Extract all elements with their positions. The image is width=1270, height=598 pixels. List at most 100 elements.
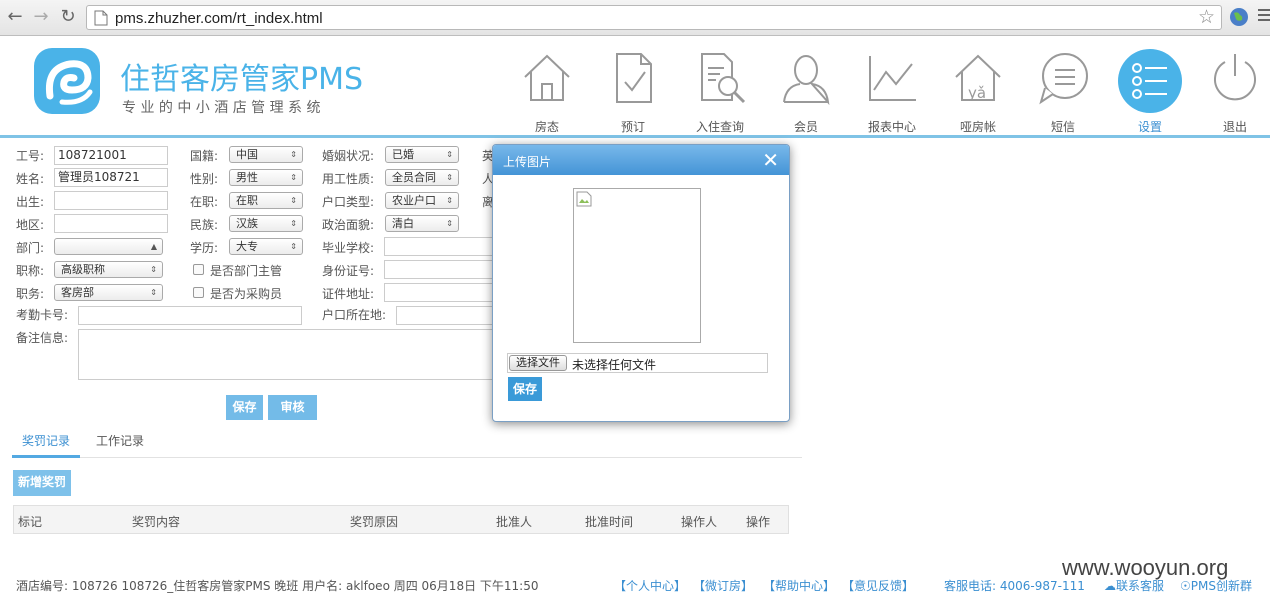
link-micro-booking[interactable]: 【微订房】 <box>693 577 753 594</box>
upload-save-button[interactable]: 保存 <box>508 377 542 401</box>
remark-textarea[interactable] <box>78 329 494 380</box>
line-chart-icon <box>869 56 916 101</box>
hukou-addr-input[interactable] <box>396 306 494 325</box>
browser-toolbar: ← → ↻ pms.zhuzher.com/rt_index.html ☆ <box>0 0 1270 36</box>
hukou-addr-label: 户口所在地: <box>322 308 387 322</box>
audit-button[interactable]: 审核 <box>268 395 317 420</box>
document-check-icon <box>616 53 652 103</box>
nav-label: 短信 <box>1050 120 1075 134</box>
employ-type-select[interactable]: 全员合同 ⇕ <box>385 169 459 186</box>
marital-select[interactable]: 已婚 ⇕ <box>385 146 459 163</box>
employed-select-value: 在职 <box>236 194 258 207</box>
globe-icon[interactable] <box>1229 7 1249 27</box>
ethnic-select[interactable]: 汉族 ⇕ <box>229 215 303 232</box>
title-select-value: 高级职称 <box>61 263 105 276</box>
choose-file-button[interactable]: 选择文件 <box>509 355 567 371</box>
forward-arrow-icon[interactable]: → <box>30 6 52 28</box>
brand-logo-icon <box>34 48 100 114</box>
id-addr-input[interactable] <box>384 283 494 302</box>
file-input[interactable]: 选择文件 未选择任何文件 <box>507 353 768 373</box>
nav-member[interactable]: 会员 <box>771 50 841 134</box>
marital-select-value: 已婚 <box>392 148 414 161</box>
position-select[interactable]: 客房部 ⇕ <box>54 284 163 301</box>
nav-label: 设置 <box>1137 120 1162 134</box>
rewards-table-header: 标记 奖罚内容 奖罚原因 批准人 批准时间 操作人 操作 <box>13 505 789 534</box>
id-no-label: 身份证号: <box>322 264 375 278</box>
buyer-checkbox[interactable] <box>193 287 204 298</box>
column-header: 批准时间 <box>585 515 634 529</box>
gender-label: 性别: <box>190 172 219 186</box>
settings-list-icon <box>1118 49 1182 113</box>
hukou-type-label: 户口类型: <box>322 195 375 209</box>
back-arrow-icon[interactable]: ← <box>4 6 26 28</box>
nav-report-center[interactable]: 报表中心 <box>857 50 927 134</box>
card-input[interactable] <box>78 306 302 325</box>
hukou-type-select-value: 农业户口 <box>392 194 436 207</box>
hukou-type-select[interactable]: 农业户口 ⇕ <box>385 192 459 209</box>
column-header: 批准人 <box>496 515 533 529</box>
column-header: 奖罚原因 <box>350 515 399 529</box>
dept-select[interactable]: ▲ <box>54 238 163 255</box>
political-select[interactable]: 清白 ⇕ <box>385 215 459 232</box>
id-no-input[interactable] <box>384 260 494 279</box>
school-input[interactable] <box>384 237 494 256</box>
address-bar[interactable]: pms.zhuzher.com/rt_index.html ☆ <box>86 5 1222 30</box>
broken-image-icon <box>576 191 592 207</box>
nav-logout[interactable]: 退出 <box>1200 50 1270 134</box>
nav-dummy-account[interactable]: yǎ 哑房帐 <box>943 50 1013 134</box>
edu-select[interactable]: 大专 ⇕ <box>229 238 303 255</box>
nav-label: 报表中心 <box>867 120 916 134</box>
message-icon <box>1039 53 1088 105</box>
edu-label: 学历: <box>190 241 219 255</box>
nationality-select[interactable]: 中国 ⇕ <box>229 146 303 163</box>
user-icon <box>783 55 830 106</box>
remark-label: 备注信息: <box>16 331 69 345</box>
nav-label: 哑房帐 <box>959 120 996 134</box>
save-button[interactable]: 保存 <box>226 395 263 420</box>
document-search-icon <box>701 53 746 104</box>
nav-label: 入住查询 <box>695 120 744 134</box>
nav-booking[interactable]: 预订 <box>598 50 668 134</box>
no-file-text: 未选择任何文件 <box>572 358 657 372</box>
name-input[interactable]: 管理员108721 <box>54 168 168 187</box>
title-select[interactable]: 高级职称 ⇕ <box>54 261 163 278</box>
add-reward-button[interactable]: 新增奖罚 <box>13 470 71 496</box>
tab-work-records[interactable]: 工作记录 <box>96 432 144 449</box>
nav-label: 会员 <box>793 120 818 134</box>
star-icon[interactable]: ☆ <box>1198 6 1215 28</box>
edu-select-value: 大专 <box>236 240 258 253</box>
emp-no-input[interactable]: 108721001 <box>54 146 168 165</box>
dept-head-checkbox[interactable] <box>193 264 204 275</box>
tab-rewards[interactable]: 奖罚记录 <box>22 432 70 449</box>
buyer-label: 是否为采购员 <box>210 287 283 301</box>
menu-icon[interactable] <box>1258 9 1270 21</box>
nav-sms[interactable]: 短信 <box>1028 50 1098 134</box>
employed-select[interactable]: 在职 ⇕ <box>229 192 303 209</box>
gender-select-value: 男性 <box>236 171 258 184</box>
nav-room-status[interactable]: 房态 <box>512 50 582 134</box>
link-personal-center[interactable]: 【个人中心】 <box>614 577 686 594</box>
birth-label: 出生: <box>16 195 45 209</box>
column-header: 标记 <box>18 515 43 529</box>
reload-icon[interactable]: ↻ <box>57 6 79 28</box>
tab-active-indicator <box>12 455 80 458</box>
link-help-center[interactable]: 【帮助中心】 <box>763 577 835 594</box>
position-label: 职务: <box>16 287 45 301</box>
nationality-select-value: 中国 <box>236 148 258 161</box>
birth-input[interactable] <box>54 191 168 210</box>
card-label: 考勤卡号: <box>16 308 69 322</box>
page-icon <box>94 10 108 26</box>
title-label: 职称: <box>16 264 45 278</box>
gender-select[interactable]: 男性 ⇕ <box>229 169 303 186</box>
image-preview <box>573 188 701 343</box>
region-input[interactable] <box>54 214 168 233</box>
column-header: 操作人 <box>681 515 718 529</box>
political-select-value: 清白 <box>392 217 414 230</box>
chat-icon: ☁ <box>1104 579 1116 593</box>
political-label: 政治面貌: <box>322 218 375 232</box>
nav-label: 退出 <box>1222 120 1247 134</box>
link-feedback[interactable]: 【意见反馈】 <box>842 577 914 594</box>
id-addr-label: 证件地址: <box>322 287 375 301</box>
nav-checkin-query[interactable]: 入住查询 <box>685 50 755 134</box>
close-icon[interactable]: ✕ <box>762 148 779 172</box>
